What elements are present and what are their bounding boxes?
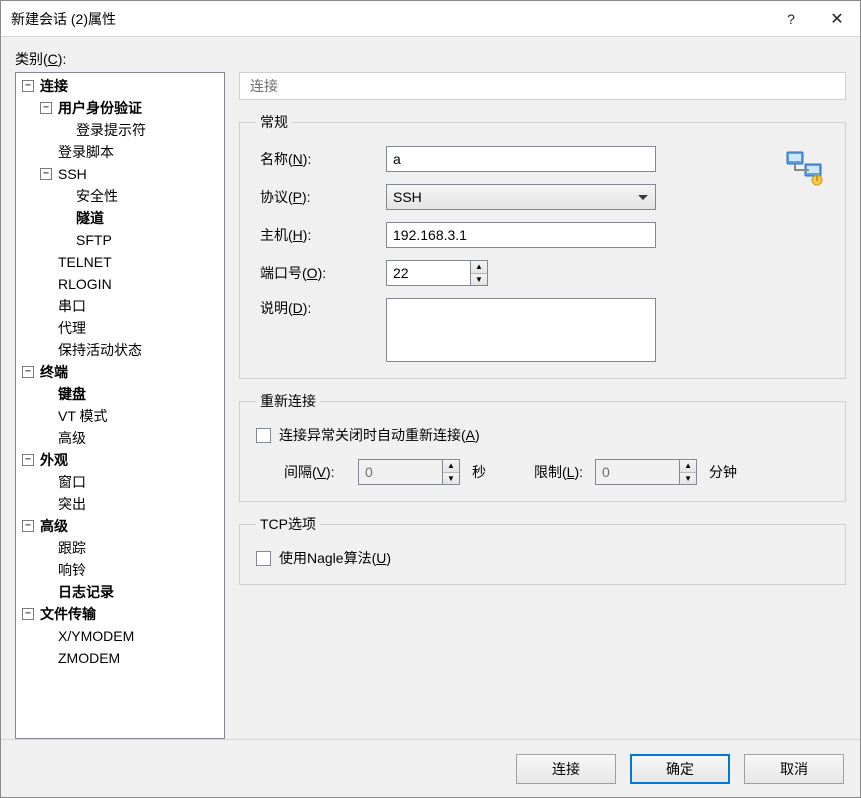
spin-up-icon: ▲	[443, 460, 459, 473]
spin-down-icon: ▼	[680, 473, 696, 485]
port-spinner[interactable]: ▲▼	[386, 260, 488, 286]
tree-item-tunnel[interactable]: 隧道	[56, 207, 224, 229]
titlebar: 新建会话 (2)属性 ? ✕	[1, 1, 860, 37]
nagle-checkbox[interactable]	[256, 551, 271, 566]
tree-item-telnet[interactable]: TELNET	[38, 251, 224, 273]
close-button[interactable]: ✕	[814, 1, 860, 37]
host-input[interactable]	[386, 222, 656, 248]
label-interval: 间隔(V):	[284, 462, 346, 482]
tree-item-proxy[interactable]: 代理	[38, 317, 224, 339]
group-tcp-title: TCP选项	[256, 514, 320, 534]
group-general: 常规 名称(N):	[239, 112, 846, 379]
label-description: 说明(D):	[256, 298, 386, 318]
window-title: 新建会话 (2)属性	[11, 9, 768, 29]
tree-item-logging[interactable]: 日志记录	[38, 581, 224, 603]
tree-item-sftp[interactable]: SFTP	[56, 229, 224, 251]
tree-item-bell[interactable]: 响铃	[38, 559, 224, 581]
tree-item-serial[interactable]: 串口	[38, 295, 224, 317]
ok-button[interactable]: 确定	[630, 754, 730, 784]
group-reconnect-title: 重新连接	[256, 391, 320, 411]
interval-spinner: ▲▼	[358, 459, 460, 485]
tree-item-advanced[interactable]: −高级	[20, 515, 224, 537]
right-pane: 连接 常规	[239, 72, 846, 739]
tree-item-connection[interactable]: −连接	[20, 75, 224, 97]
path-display: 连接	[239, 72, 846, 100]
label-seconds: 秒	[472, 462, 486, 482]
spin-up-icon[interactable]: ▲	[471, 261, 487, 274]
tree-item-ssh[interactable]: −SSH	[38, 163, 224, 185]
spin-up-icon: ▲	[680, 460, 696, 473]
auto-reconnect-checkbox[interactable]	[256, 428, 271, 443]
nagle-checkbox-row[interactable]: 使用Nagle算法(U)	[256, 548, 829, 568]
tree-item-login-script[interactable]: 登录脚本	[38, 141, 224, 163]
tree-item-highlight[interactable]: 突出	[38, 493, 224, 515]
tree-item-keyboard[interactable]: 键盘	[38, 383, 224, 405]
dialog-window: 新建会话 (2)属性 ? ✕ 类别(C): −连接 −用户身份验证 登录提示	[0, 0, 861, 798]
auto-reconnect-label: 连接异常关闭时自动重新连接(A)	[279, 425, 480, 445]
spin-down-icon[interactable]: ▼	[471, 274, 487, 286]
tree-item-login-prompt[interactable]: 登录提示符	[56, 119, 224, 141]
description-textarea[interactable]	[386, 298, 656, 362]
connect-button[interactable]: 连接	[516, 754, 616, 784]
label-port: 端口号(O):	[256, 263, 386, 283]
nagle-label: 使用Nagle算法(U)	[279, 548, 391, 568]
limit-input	[595, 459, 679, 485]
auto-reconnect-checkbox-row[interactable]: 连接异常关闭时自动重新连接(A)	[256, 425, 829, 445]
help-button[interactable]: ?	[768, 1, 814, 37]
dialog-body: 类别(C): −连接 −用户身份验证 登录提示符	[1, 37, 860, 739]
network-icon	[785, 150, 825, 186]
dialog-footer: 连接 确定 取消	[1, 739, 860, 797]
cancel-button[interactable]: 取消	[744, 754, 844, 784]
tree-item-terminal[interactable]: −终端	[20, 361, 224, 383]
group-reconnect: 重新连接 连接异常关闭时自动重新连接(A) 间隔(V): ▲▼	[239, 391, 846, 502]
tree-item-security[interactable]: 安全性	[56, 185, 224, 207]
port-input[interactable]	[386, 260, 470, 286]
label-host: 主机(H):	[256, 225, 386, 245]
label-minutes: 分钟	[709, 462, 737, 482]
interval-input	[358, 459, 442, 485]
protocol-select[interactable]: SSH	[386, 184, 656, 210]
label-name: 名称(N):	[256, 149, 386, 169]
tree-item-xymodem[interactable]: X/YMODEM	[38, 625, 224, 647]
tree-item-rlogin[interactable]: RLOGIN	[38, 273, 224, 295]
category-tree[interactable]: −连接 −用户身份验证 登录提示符 登录脚本 −SSH	[15, 72, 225, 739]
spin-down-icon: ▼	[443, 473, 459, 485]
label-protocol: 协议(P):	[256, 187, 386, 207]
tree-item-keepalive[interactable]: 保持活动状态	[38, 339, 224, 361]
tree-item-user-auth[interactable]: −用户身份验证	[38, 97, 224, 119]
group-tcp: TCP选项 使用Nagle算法(U)	[239, 514, 846, 585]
tree-item-file-transfer[interactable]: −文件传输	[20, 603, 224, 625]
tree-item-vt-mode[interactable]: VT 模式	[38, 405, 224, 427]
group-general-title: 常规	[256, 112, 292, 132]
tree-item-zmodem[interactable]: ZMODEM	[38, 647, 224, 669]
tree-item-window[interactable]: 窗口	[38, 471, 224, 493]
label-limit: 限制(L):	[534, 462, 583, 482]
category-label: 类别(C):	[15, 49, 846, 69]
name-input[interactable]	[386, 146, 656, 172]
tree-item-advanced-term[interactable]: 高级	[38, 427, 224, 449]
tree-item-appearance[interactable]: −外观	[20, 449, 224, 471]
tree-item-trace[interactable]: 跟踪	[38, 537, 224, 559]
limit-spinner: ▲▼	[595, 459, 697, 485]
